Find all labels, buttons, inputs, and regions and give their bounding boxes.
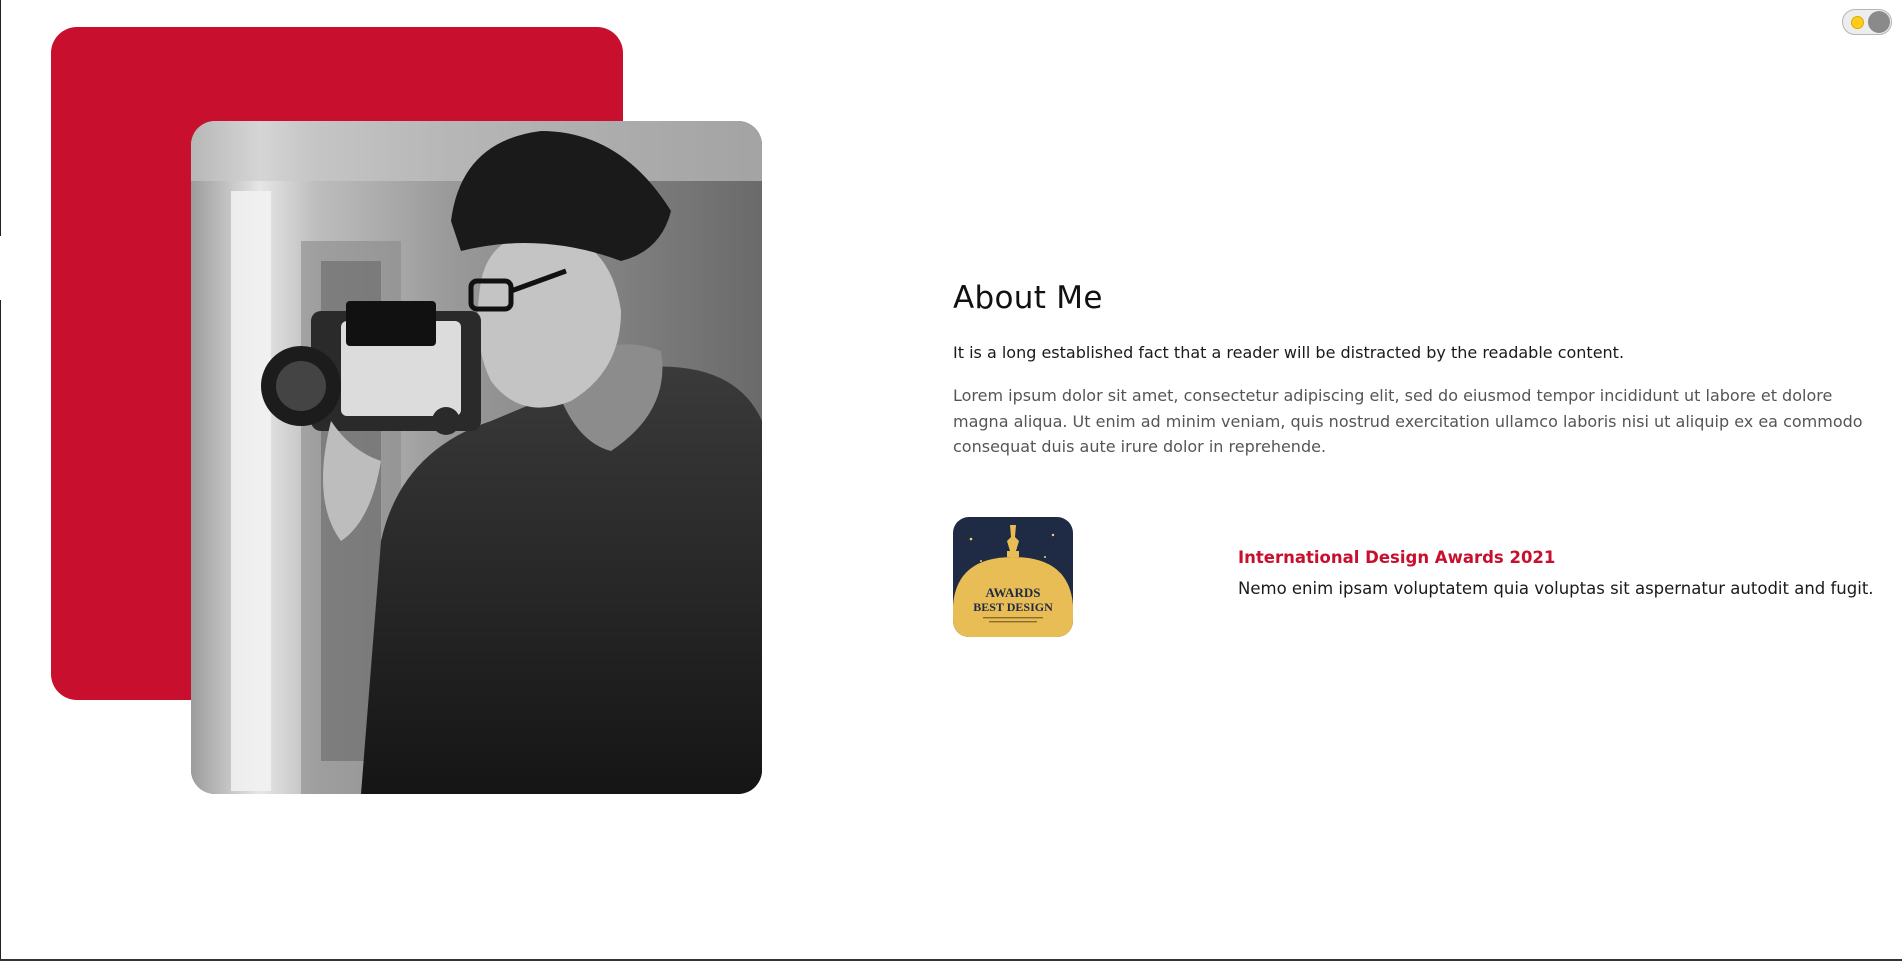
- about-lead: It is a long established fact that a rea…: [953, 343, 1625, 362]
- about-page: About Me It is a long established fact t…: [0, 0, 1902, 961]
- toggle-knob[interactable]: [1868, 11, 1890, 33]
- badge-line2: BEST DESIGN: [973, 600, 1053, 614]
- theme-toggle[interactable]: [1842, 9, 1892, 35]
- about-section: About Me It is a long established fact t…: [953, 280, 1883, 460]
- frame-edge: [0, 0, 1, 236]
- award-title: International Design Awards 2021: [1238, 548, 1556, 567]
- sun-icon: [1852, 17, 1863, 28]
- award-info: International Design Awards 2021 Nemo en…: [1238, 548, 1878, 598]
- frame-edge: [0, 300, 1, 961]
- about-body: Lorem ipsum dolor sit amet, consectetur …: [953, 386, 1863, 456]
- about-title: About Me: [953, 280, 1103, 316]
- badge-line1: AWARDS: [986, 585, 1041, 600]
- award-badge: AWARDS BEST DESIGN: [953, 517, 1073, 637]
- profile-photo: [191, 121, 762, 794]
- award-description: Nemo enim ipsam voluptatem quia voluptas…: [1238, 579, 1874, 598]
